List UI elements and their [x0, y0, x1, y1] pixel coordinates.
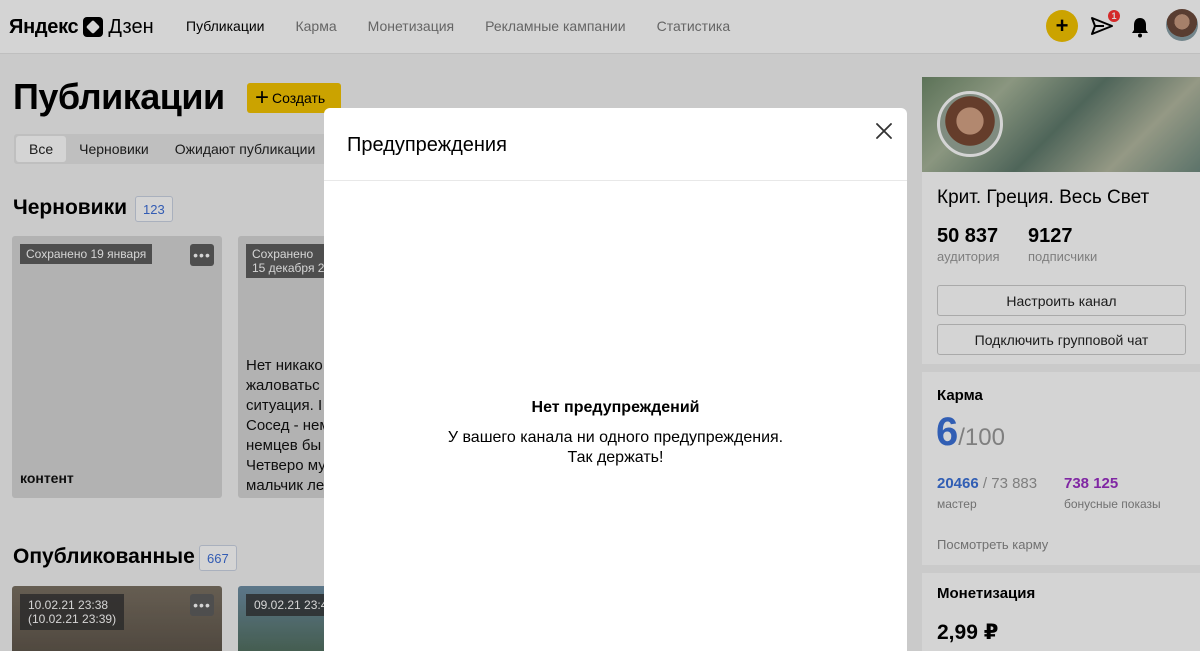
- modal-divider: [324, 180, 907, 181]
- modal-title: Предупреждения: [347, 134, 507, 156]
- empty-state-text: У вашего канала ни одного предупреждения…: [324, 428, 907, 468]
- empty-state-line: У вашего канала ни одного предупреждения…: [447, 429, 784, 446]
- empty-state-line: Так держать!: [567, 449, 664, 466]
- close-icon[interactable]: [873, 120, 895, 142]
- empty-state-title: Нет предупреждений: [531, 399, 700, 416]
- warnings-modal: Предупреждения Нет предупреждений У ваше…: [324, 108, 907, 651]
